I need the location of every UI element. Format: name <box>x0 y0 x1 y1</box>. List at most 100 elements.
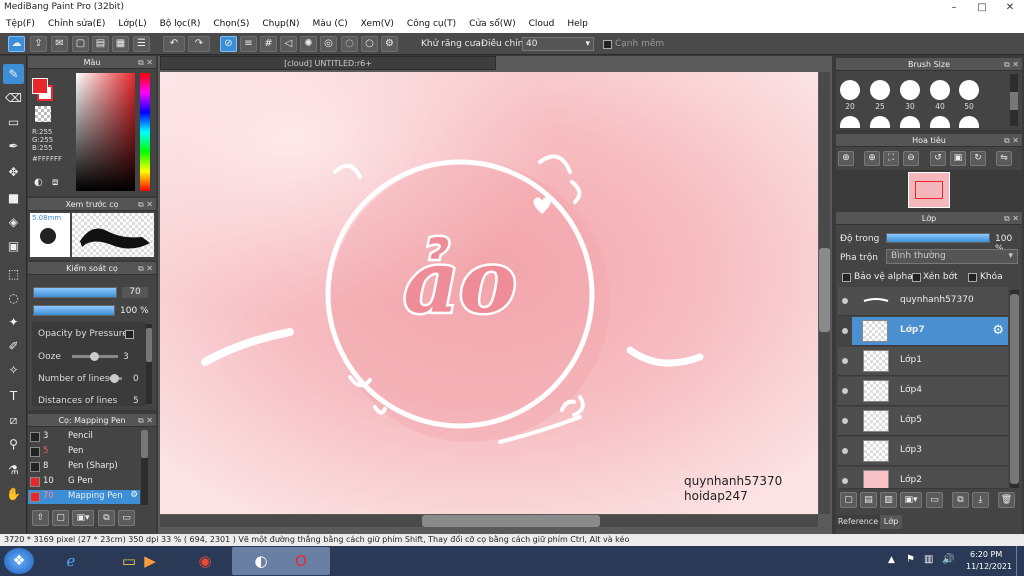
eyedropper-tool-icon[interactable]: ⚲ <box>3 434 24 454</box>
menu-cloud[interactable]: Cloud <box>523 16 562 32</box>
merge-layer-icon[interactable]: ⤓ <box>972 492 989 508</box>
chrome-icon[interactable]: ◉ <box>176 547 234 575</box>
adjust-select[interactable]: 40 ▾ <box>522 37 594 51</box>
opera-icon[interactable]: O <box>272 547 330 575</box>
gradient-tool-icon[interactable]: ▣ <box>3 236 24 256</box>
cross-snap-icon[interactable]: # <box>260 36 277 52</box>
brush-control-scrollbar[interactable] <box>146 324 152 404</box>
layers-scrollbar[interactable] <box>1010 290 1019 488</box>
bucket-tool-icon[interactable]: ◈ <box>3 212 24 232</box>
layer-row[interactable]: quynhanh57370 <box>838 287 1008 316</box>
brush-menu-icon[interactable]: ▣▾ <box>72 510 94 526</box>
layer-add-menu-icon[interactable]: ▣▾ <box>900 492 922 508</box>
new-brush-icon[interactable]: ▢ <box>52 510 69 526</box>
layer-row[interactable]: Lớp2 <box>838 467 1008 489</box>
ooze-slider[interactable] <box>72 352 118 361</box>
menu-color[interactable]: Màu (C) <box>307 16 355 32</box>
media-player-icon[interactable]: ▶ <box>130 547 170 575</box>
tray-volume-icon[interactable]: 🔊 <box>942 554 954 565</box>
snap-settings-icon[interactable]: ⚙ <box>381 36 398 52</box>
navigator-thumbnail[interactable] <box>908 172 950 208</box>
menu-view[interactable]: Xem(V) <box>355 16 401 32</box>
brush-size-value[interactable]: 70 <box>122 287 148 298</box>
brush-folder-icon[interactable]: ▭ <box>118 510 135 526</box>
panel-float-icon[interactable]: ⧉ ✕ <box>1004 212 1019 225</box>
brush-size-scroll-thumb[interactable] <box>1010 92 1018 110</box>
layer-row[interactable]: Lớp1 <box>838 347 1008 376</box>
ie-icon[interactable]: ℯ <box>42 547 100 575</box>
primary-color-swatch[interactable] <box>32 78 48 94</box>
new-8bit-layer-icon[interactable]: ▥ <box>880 492 897 508</box>
maximize-icon[interactable]: □ <box>968 0 996 16</box>
size-preset-circle[interactable] <box>930 80 950 100</box>
layer-row-selected[interactable]: Lớp7 ⚙ <box>852 317 1008 346</box>
opacity-pressure-checkbox[interactable] <box>125 330 134 339</box>
canvas-vscroll-thumb[interactable] <box>819 248 830 332</box>
brush-tool-icon[interactable]: ✎ <box>3 64 24 84</box>
canvas-vertical-scrollbar[interactable] <box>819 72 830 514</box>
snap-off-icon[interactable]: ⊘ <box>220 36 237 52</box>
menu-window[interactable]: Cửa sổ(W) <box>463 16 522 32</box>
text-tool-icon[interactable]: T <box>3 386 24 406</box>
zoom-out-icon[interactable]: ⊖ <box>903 151 919 166</box>
palette-icon[interactable]: ◐ <box>34 177 43 188</box>
rotate-left-icon[interactable]: ↺ <box>930 151 946 166</box>
sharp-edge-checkbox[interactable] <box>603 40 612 49</box>
select-tool-icon[interactable]: ⬚ <box>3 264 24 284</box>
visibility-icon[interactable] <box>842 358 848 364</box>
panel-float-icon[interactable]: ⧉ ✕ <box>138 198 153 211</box>
layer-row[interactable]: Lớp4 <box>838 377 1008 406</box>
clipping-checkbox[interactable] <box>912 273 921 282</box>
brush-item-selected[interactable]: 70 Mapping Pen ⚙ <box>28 490 140 504</box>
tab-reference[interactable]: Reference <box>836 515 880 529</box>
list-icon[interactable]: ☰ <box>133 36 150 52</box>
fill-rect-icon[interactable]: ■ <box>3 188 24 208</box>
show-desktop-button[interactable] <box>1016 546 1024 576</box>
canvas-horizontal-scrollbar[interactable] <box>160 515 818 527</box>
comment-icon[interactable]: ✉ <box>51 36 68 52</box>
brush-list-scroll-thumb[interactable] <box>141 430 148 458</box>
visibility-icon[interactable] <box>842 448 848 454</box>
add-brush-icon[interactable]: ⇧ <box>32 510 49 526</box>
menu-tools[interactable]: Công cụ(T) <box>401 16 463 32</box>
redo-icon[interactable]: ↷ <box>188 36 210 52</box>
brush-item[interactable]: 5 Pen <box>28 445 140 459</box>
hue-slider[interactable] <box>140 73 150 191</box>
zoom-in-2-icon[interactable]: ⊕ <box>864 151 880 166</box>
size-preset-circle[interactable] <box>930 116 950 128</box>
canvas-hscroll-thumb[interactable] <box>422 515 600 527</box>
brush-settings-icon[interactable]: ⚙ <box>130 490 138 500</box>
duplicate-layer-icon[interactable]: ⧉ <box>952 492 969 508</box>
delete-layer-icon[interactable]: 🗑 <box>998 492 1015 508</box>
tray-show-icon[interactable]: ▲ <box>888 555 895 565</box>
lasso-tool-icon[interactable]: ◌ <box>3 288 24 308</box>
brush-size-scrollbar[interactable] <box>1010 74 1018 126</box>
lines-slider-knob[interactable] <box>110 374 119 383</box>
size-preset-circle[interactable] <box>959 116 979 128</box>
eraser-tool-icon[interactable]: ⌫ <box>3 88 24 108</box>
visibility-icon[interactable] <box>842 478 848 484</box>
blend-mode-select[interactable]: Bình thường ▾ <box>886 249 1018 264</box>
divide-tool-icon[interactable]: ⧄ <box>3 410 24 430</box>
menu-layer[interactable]: Lớp(L) <box>112 16 153 32</box>
navigator-view[interactable] <box>836 170 1022 210</box>
brush-control-scroll-thumb[interactable] <box>146 328 152 362</box>
brush-item[interactable]: 3 Pencil <box>28 430 140 444</box>
layer-opacity-slider[interactable] <box>886 233 990 243</box>
size-preset-circle[interactable] <box>900 116 920 128</box>
menu-filter[interactable]: Bộ lọc(R) <box>154 16 208 32</box>
visibility-icon[interactable] <box>842 298 848 304</box>
ellipse-snap-icon[interactable]: ○ <box>361 36 378 52</box>
panel-float-icon[interactable]: ⧉ ✕ <box>138 56 153 69</box>
navigator-viewport[interactable] <box>915 181 943 199</box>
panel-float-icon[interactable]: ⧉ ✕ <box>138 262 153 275</box>
layer-folder-icon[interactable]: ▭ <box>926 492 943 508</box>
lines-slider[interactable] <box>108 374 122 383</box>
size-preset-circle[interactable] <box>870 80 890 100</box>
brush-size-slider[interactable] <box>33 287 117 298</box>
move-tool-icon[interactable]: ✥ <box>3 162 24 182</box>
grid-file-icon[interactable]: ▦ <box>112 36 129 52</box>
new-layer-icon[interactable]: ▢ <box>840 492 857 508</box>
flip-icon[interactable]: ⇋ <box>996 151 1012 166</box>
menu-capture[interactable]: Chụp(N) <box>256 16 306 32</box>
